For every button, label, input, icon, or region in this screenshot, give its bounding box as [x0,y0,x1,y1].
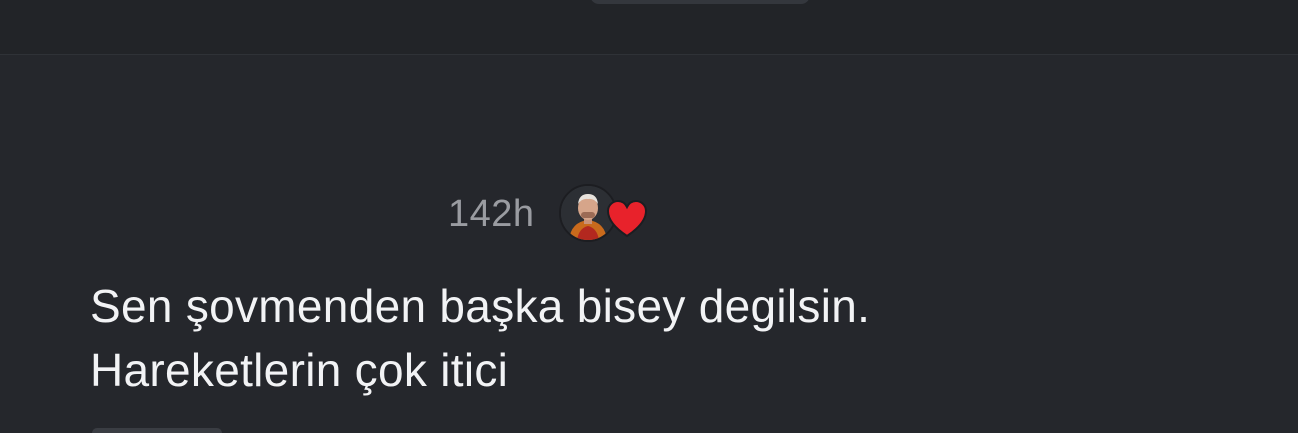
comment-text-line-1: Sen şovmenden başka bisey degilsin. [90,280,871,332]
comment-screen: 142h Sen şovmenden başka bisey degilsin.… [0,0,1298,433]
comment-meta: 142h [448,184,655,244]
comment: 142h Sen şovmenden başka bisey degilsin.… [0,170,1298,433]
top-bar [0,0,1298,55]
comment-timestamp: 142h [448,193,535,235]
reaction-badge[interactable] [558,184,655,244]
comment-text-line-2: Hareketlerin çok itici [90,344,509,396]
cropped-next-element [92,428,222,433]
comment-text: Sen şovmenden başka bisey degilsin. Hare… [90,274,1210,402]
top-bar-cropped-text [590,0,810,4]
heart-icon [606,200,647,238]
